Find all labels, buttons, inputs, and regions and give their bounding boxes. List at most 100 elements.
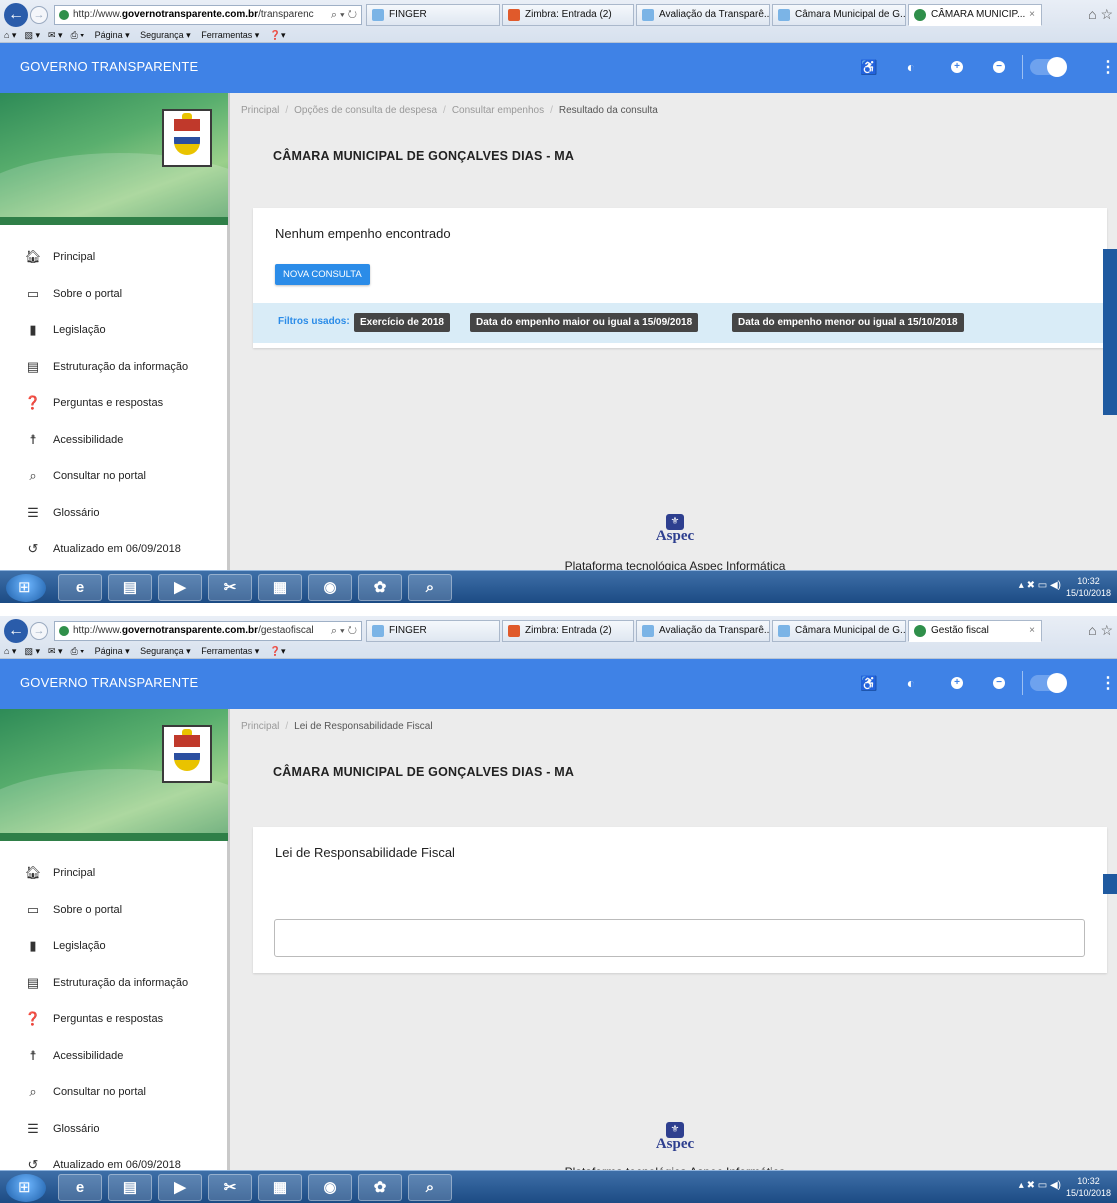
font-decrease-icon[interactable]: − — [993, 61, 1005, 73]
sidebar-item-legislacao[interactable]: ▮ Legislação — [0, 928, 228, 965]
ie-taskbar-icon[interactable]: e — [58, 1174, 102, 1201]
print-icon[interactable]: ⎙ ▾ — [71, 30, 84, 40]
tab-camara[interactable]: Câmara Municipal de G... — [772, 4, 906, 26]
app-title[interactable]: GOVERNO TRANSPARENTE — [20, 675, 198, 690]
mail-icon[interactable]: ✉ ▾ — [48, 30, 63, 40]
explorer-taskbar-icon[interactable]: ▤ — [108, 1174, 152, 1201]
help-icon[interactable]: ❓▾ — [270, 30, 286, 40]
home-icon[interactable]: ⌂ ▾ — [4, 646, 16, 656]
back-arrow-icon[interactable]: ← — [4, 619, 28, 643]
search-taskbar-icon[interactable]: ⌕ — [408, 574, 452, 601]
close-icon[interactable]: × — [1029, 5, 1035, 25]
sidebar-item-principal[interactable]: 🏠︎ Principal — [0, 855, 228, 892]
home-star-icon[interactable]: ⌂ ☆ — [1088, 6, 1113, 23]
menu-ferramentas[interactable]: Ferramentas ▾ — [201, 30, 259, 40]
accessibility-icon[interactable]: ♿ — [860, 674, 878, 692]
accessibility-icon[interactable]: ♿ — [860, 58, 878, 76]
clock[interactable]: 10:32 15/10/2018 — [1066, 1175, 1111, 1199]
more-icon[interactable]: ⋮ — [1100, 57, 1116, 77]
sidebar-item-sobre[interactable]: ▭ Sobre o portal — [0, 892, 228, 929]
system-tray-icons[interactable]: ▴ ✖ ▭ ◀) — [1019, 580, 1061, 591]
sidebar-item-perguntas[interactable]: ❓ Perguntas e respostas — [0, 1001, 228, 1038]
start-button[interactable] — [6, 1174, 46, 1202]
address-bar[interactable]: http://www.governotransparente.com.br/ge… — [54, 621, 362, 641]
snipping-taskbar-icon[interactable]: ✂ — [208, 574, 252, 601]
media-taskbar-icon[interactable]: ▶ — [158, 574, 202, 601]
feed-icon[interactable]: ▧ ▾ — [24, 646, 40, 656]
sidebar-item-glossario[interactable]: ☰ Glossário — [0, 495, 228, 532]
vlibras-side-tab[interactable] — [1103, 874, 1117, 894]
search-taskbar-icon[interactable]: ⌕ — [408, 1174, 452, 1201]
document-taskbar-icon[interactable]: ▦ — [258, 574, 302, 601]
search-refresh-icon[interactable]: ⌕ ▾ ↻ — [331, 6, 357, 24]
app-title[interactable]: GOVERNO TRANSPARENTE — [20, 59, 198, 74]
print-icon[interactable]: ⎙ ▾ — [71, 646, 84, 656]
address-bar[interactable]: http://www.governotransparente.com.br/tr… — [54, 5, 362, 25]
sidebar-item-perguntas[interactable]: ❓ Perguntas e respostas — [0, 385, 228, 422]
search-refresh-icon[interactable]: ⌕ ▾ ↻ — [331, 622, 357, 640]
more-icon[interactable]: ⋮ — [1100, 673, 1116, 693]
breadcrumb-item[interactable]: Opções de consulta de despesa — [294, 105, 437, 116]
menu-ferramentas[interactable]: Ferramentas ▾ — [201, 646, 259, 656]
nova-consulta-button[interactable]: NOVA CONSULTA — [275, 264, 370, 285]
sidebar-item-acessibilidade[interactable]: ☨ Acessibilidade — [0, 422, 228, 459]
sidebar-item-estruturacao[interactable]: ▤ Estruturação da informação — [0, 965, 228, 1002]
forward-arrow-icon[interactable]: → — [30, 622, 48, 640]
back-arrow-icon[interactable]: ← — [4, 3, 28, 27]
feed-icon[interactable]: ▧ ▾ — [24, 30, 40, 40]
font-decrease-icon[interactable]: − — [993, 677, 1005, 689]
clock[interactable]: 10:32 15/10/2018 — [1066, 575, 1111, 599]
tab-zimbra[interactable]: Zimbra: Entrada (2) — [502, 620, 634, 642]
theme-toggle[interactable] — [1030, 57, 1067, 77]
app-taskbar-icon[interactable]: ✿ — [358, 1174, 402, 1201]
help-icon[interactable]: ❓▾ — [270, 646, 286, 656]
tab-finger[interactable]: FINGER — [366, 620, 500, 642]
sidebar-item-glossario[interactable]: ☰ Glossário — [0, 1111, 228, 1148]
system-tray-icons[interactable]: ▴ ✖ ▭ ◀) — [1019, 1180, 1061, 1191]
mail-icon[interactable]: ✉ ▾ — [48, 646, 63, 656]
sidebar-item-sobre[interactable]: ▭ Sobre o portal — [0, 276, 228, 313]
tab-active[interactable]: Gestão fiscal × — [908, 620, 1042, 642]
sidebar-item-principal[interactable]: 🏠︎ Principal — [0, 239, 228, 276]
ie-taskbar-icon[interactable]: e — [58, 574, 102, 601]
tab-active[interactable]: CÂMARA MUNICIP... × — [908, 4, 1042, 26]
media-taskbar-icon[interactable]: ▶ — [158, 1174, 202, 1201]
sidebar-item-consultar[interactable]: ⌕ Consultar no portal — [0, 1074, 228, 1111]
breadcrumb-item[interactable]: Consultar empenhos — [452, 105, 544, 116]
font-increase-icon[interactable]: + — [951, 61, 963, 73]
tab-camara[interactable]: Câmara Municipal de G... — [772, 620, 906, 642]
tab-finger[interactable]: FINGER — [366, 4, 500, 26]
tab-zimbra[interactable]: Zimbra: Entrada (2) — [502, 4, 634, 26]
contrast-icon[interactable]: ◐ — [902, 674, 920, 692]
clock-time: 10:32 — [1077, 1176, 1100, 1186]
home-star-icon[interactable]: ⌂ ☆ — [1088, 622, 1113, 639]
sidebar-item-atualizado: ↺ Atualizado em 06/09/2018 — [0, 531, 228, 568]
forward-arrow-icon[interactable]: → — [30, 6, 48, 24]
menu-seguranca[interactable]: Segurança ▾ — [140, 30, 191, 40]
sidebar-item-estruturacao[interactable]: ▤ Estruturação da informação — [0, 349, 228, 386]
tab-avaliacao[interactable]: Avaliação da Transparê... — [636, 4, 770, 26]
sidebar-item-acessibilidade[interactable]: ☨ Acessibilidade — [0, 1038, 228, 1075]
font-increase-icon[interactable]: + — [951, 677, 963, 689]
chrome-taskbar-icon[interactable]: ◉ — [308, 574, 352, 601]
explorer-taskbar-icon[interactable]: ▤ — [108, 574, 152, 601]
app-taskbar-icon[interactable]: ✿ — [358, 574, 402, 601]
sidebar-item-legislacao[interactable]: ▮ Legislação — [0, 312, 228, 349]
snipping-taskbar-icon[interactable]: ✂ — [208, 1174, 252, 1201]
close-icon[interactable]: × — [1029, 621, 1035, 641]
tab-avaliacao[interactable]: Avaliação da Transparê... — [636, 620, 770, 642]
menu-seguranca[interactable]: Segurança ▾ — [140, 646, 191, 656]
document-taskbar-icon[interactable]: ▦ — [258, 1174, 302, 1201]
vlibras-side-tab[interactable] — [1103, 249, 1117, 415]
chrome-taskbar-icon[interactable]: ◉ — [308, 1174, 352, 1201]
theme-toggle[interactable] — [1030, 673, 1067, 693]
home-icon[interactable]: ⌂ ▾ — [4, 30, 16, 40]
breadcrumb-item[interactable]: Principal — [241, 105, 279, 116]
menu-pagina[interactable]: Página ▾ — [95, 30, 130, 40]
sidebar-item-consultar[interactable]: ⌕ Consultar no portal — [0, 458, 228, 495]
document-selector[interactable] — [274, 919, 1085, 957]
breadcrumb-item[interactable]: Principal — [241, 721, 279, 732]
menu-pagina[interactable]: Página ▾ — [95, 646, 130, 656]
start-button[interactable] — [6, 574, 46, 602]
contrast-icon[interactable]: ◐ — [902, 58, 920, 76]
